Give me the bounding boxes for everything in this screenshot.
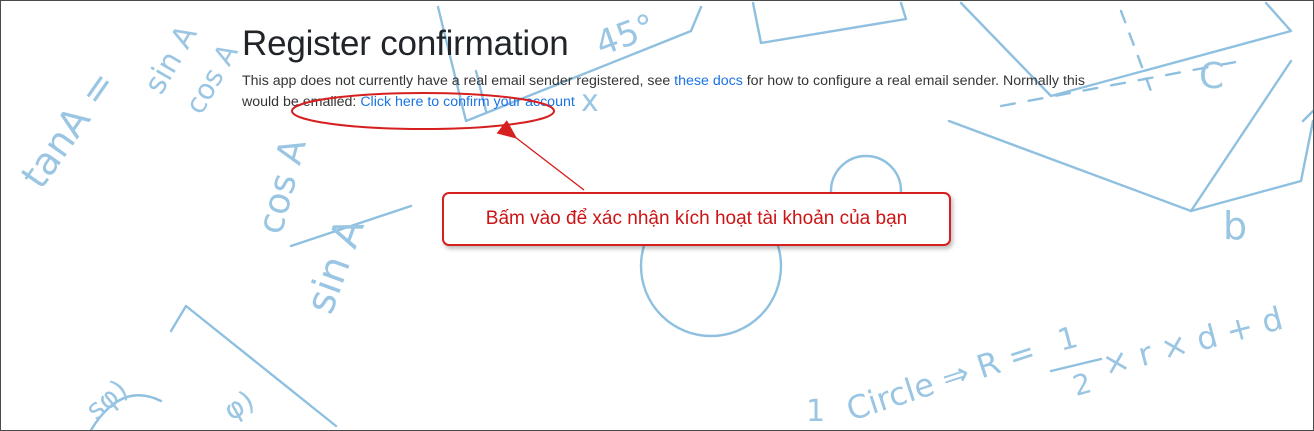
doodle-dashed-line-2 (1119, 9, 1153, 93)
doodle-text-tan: tanA = (12, 63, 124, 197)
browser-viewport: tanA = sin A cos A cos A sin A 45° x C b… (0, 0, 1314, 431)
main-content: Register confirmation This app does not … (242, 23, 1092, 113)
doodle-text-cos: cos A (250, 134, 315, 238)
doodle-text-fragment-2: φ) (218, 384, 260, 427)
annotation-callout-text: Bấm vào để xác nhận kích hoạt tài khoản … (485, 208, 908, 229)
doodle-text-formula-rest: × r × d + d (1098, 299, 1287, 384)
doodle-text-c: C (1199, 56, 1224, 97)
doodle-text-circle-formula: Circle ⇒ R = (842, 332, 1040, 429)
intro-text-start: This app does not currently have a real … (242, 73, 675, 89)
page-title: Register confirmation (242, 24, 569, 63)
doodle-text-fragment-1: sφ) (79, 373, 134, 427)
intro-paragraph: This app does not currently have a real … (242, 71, 1092, 113)
doodle-text-half-num: 1 (1054, 320, 1082, 359)
doodle-parallelogram-bottom (947, 119, 1313, 213)
doodle-text-one: 1 (806, 394, 825, 429)
doodle-text-b: b (1223, 204, 1247, 248)
annotation-callout: Bấm vào để xác nhận kích hoạt tài khoản … (442, 192, 951, 246)
doodle-text-sin-bottom: sin A (297, 212, 374, 320)
doodle-tick (1301, 109, 1313, 123)
doodle-text-half-den: 2 (1069, 366, 1095, 402)
docs-link[interactable]: these docs (674, 73, 743, 89)
confirm-account-link[interactable]: Click here to confirm your account (360, 94, 574, 110)
